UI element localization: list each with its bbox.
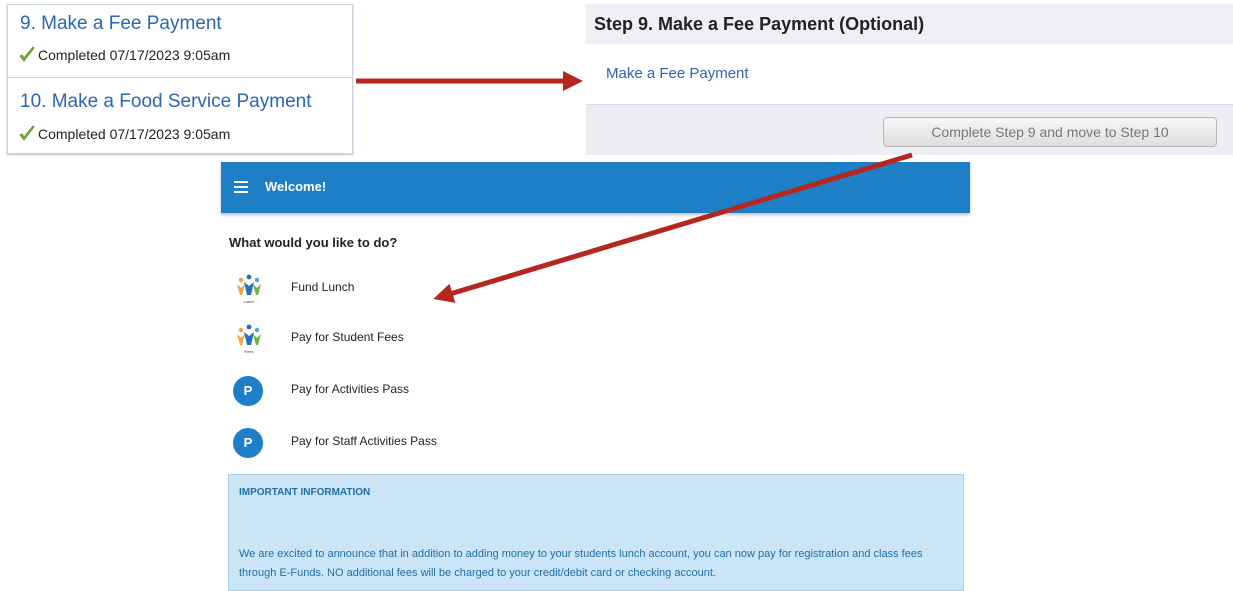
p-badge-icon: P — [231, 373, 267, 409]
step-panel-footer: Complete Step 9 and move to Step 10 — [586, 104, 1233, 155]
option-label: Fund Lunch — [291, 280, 355, 294]
option-label: Pay for Activities Pass — [291, 382, 410, 396]
option-label: Pay for Staff Activities Pass — [291, 434, 437, 448]
step-10-status-text: Completed 07/17/2023 9:05am — [38, 126, 231, 142]
complete-step-button[interactable]: Complete Step 9 and move to Step 10 — [883, 117, 1217, 147]
info-title: IMPORTANT INFORMATION — [239, 487, 371, 498]
step-9-status: Completed 07/17/2023 9:05am — [18, 46, 230, 64]
svg-text:Lunch: Lunch — [244, 299, 255, 304]
important-info-box: IMPORTANT INFORMATION We are excited to … — [228, 474, 964, 591]
info-text: We are excited to announce that in addit… — [239, 548, 923, 579]
efunds-app: Welcome! What would you like to do? Lunc… — [221, 162, 970, 591]
step-9-link[interactable]: 9. Make a Fee Payment — [20, 13, 222, 35]
option-label: Pay for Student Fees — [291, 330, 404, 344]
checkmark-icon — [19, 125, 35, 141]
steps-list-panel: 9. Make a Fee Payment Completed 07/17/20… — [7, 4, 353, 154]
option-pay-staff-activities-pass[interactable]: P Pay for Staff Activities Pass — [221, 422, 970, 462]
app-header: Welcome! — [221, 162, 970, 213]
option-pay-activities-pass[interactable]: P Pay for Activities Pass — [221, 370, 970, 410]
step-panel-body: Make a Fee Payment — [586, 44, 1233, 104]
step-10-link[interactable]: 10. Make a Food Service Payment — [20, 91, 311, 113]
app-title: Welcome! — [265, 179, 327, 194]
option-fund-lunch[interactable]: Lunch Fund Lunch — [221, 268, 970, 308]
lunch-people-icon: Lunch — [231, 271, 267, 307]
fees-people-icon: Fees — [231, 321, 267, 357]
step-item-9: 9. Make a Fee Payment Completed 07/17/20… — [8, 5, 352, 78]
step-9-panel: Step 9. Make a Fee Payment (Optional) Ma… — [586, 4, 1233, 155]
step-9-status-text: Completed 07/17/2023 9:05am — [38, 47, 231, 63]
checkmark-icon — [19, 46, 35, 62]
svg-text:Fees: Fees — [245, 349, 254, 354]
step-panel-title: Step 9. Make a Fee Payment (Optional) — [594, 14, 925, 34]
page-prompt: What would you like to do? — [229, 235, 398, 250]
hamburger-menu-icon[interactable] — [234, 181, 248, 193]
option-pay-student-fees[interactable]: Fees Pay for Student Fees — [221, 318, 970, 358]
step-item-10: 10. Make a Food Service Payment Complete… — [8, 78, 352, 153]
step-10-status: Completed 07/17/2023 9:05am — [18, 125, 230, 143]
p-badge-icon: P — [231, 425, 267, 461]
make-fee-payment-link[interactable]: Make a Fee Payment — [606, 65, 749, 82]
step-panel-header: Step 9. Make a Fee Payment (Optional) — [586, 4, 1233, 44]
